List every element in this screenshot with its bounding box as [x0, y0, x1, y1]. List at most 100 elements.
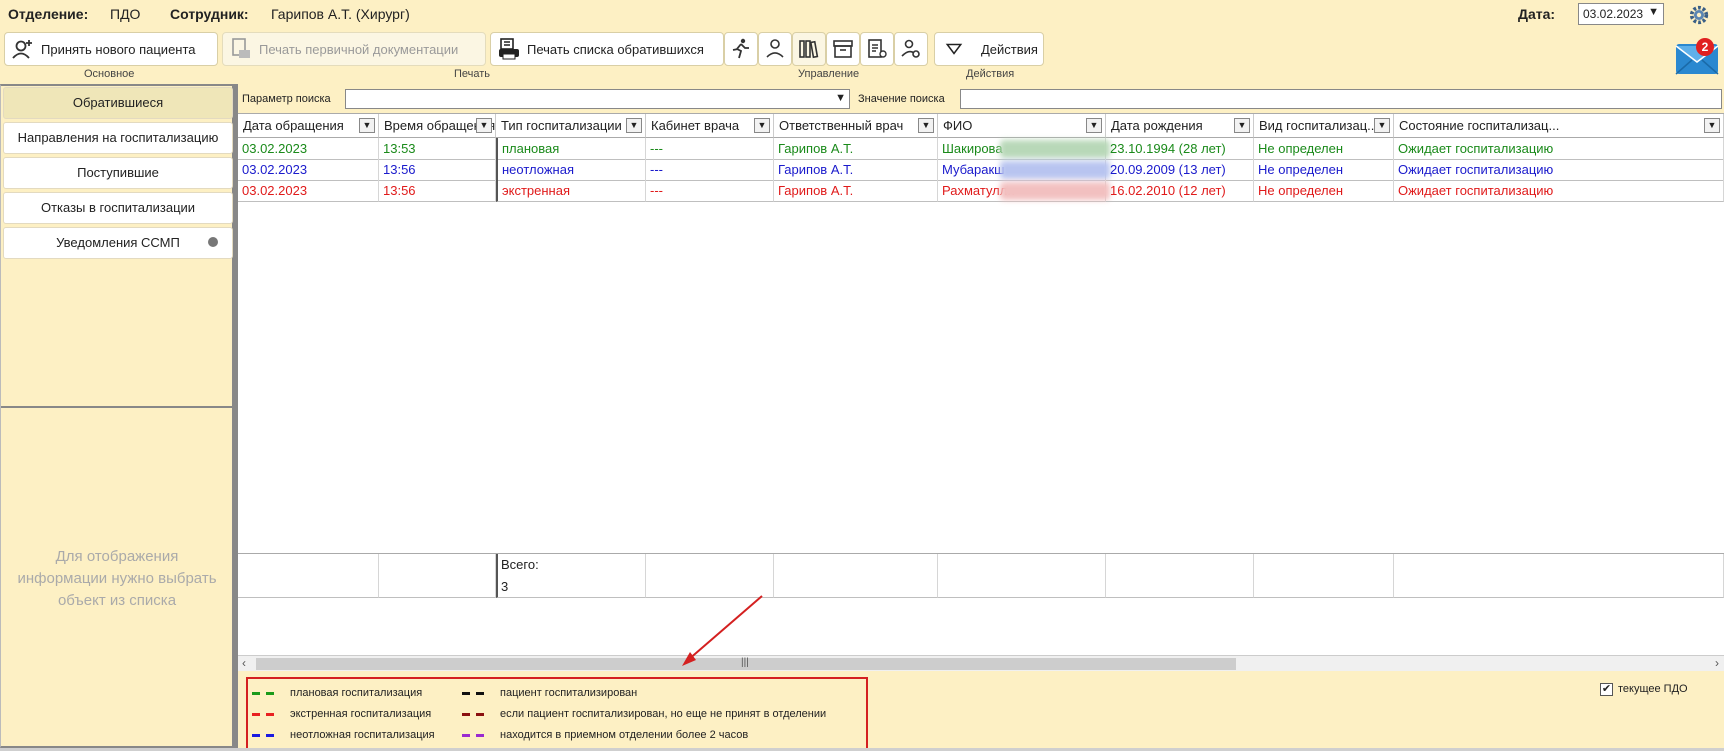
group-label-manage: Управление — [798, 68, 860, 80]
table-cell[interactable]: --- — [646, 138, 774, 160]
table-cell-text: плановая — [502, 141, 560, 156]
column-header-label: Дата обращения — [243, 118, 344, 133]
table-cell-text: Гарипов А.Т. — [778, 141, 854, 156]
manage-document-button[interactable] — [860, 32, 894, 66]
table-cell[interactable]: плановая — [496, 138, 646, 160]
manage-patient-button[interactable] — [758, 32, 792, 66]
manage-transfer-button[interactable] — [724, 32, 758, 66]
summary-cell — [1394, 575, 1724, 598]
date-select[interactable]: 03.02.2023 ▼ — [1578, 3, 1664, 25]
column-header[interactable]: Ответственный врач ▼ — [774, 114, 938, 138]
column-header[interactable]: Вид госпитализац... ▼ — [1254, 114, 1394, 138]
table-cell[interactable]: Не определен — [1254, 180, 1394, 202]
filter-dropdown-icon[interactable]: ▼ — [626, 118, 642, 133]
table-cell-text: --- — [650, 162, 663, 177]
search-value-input[interactable] — [960, 89, 1722, 109]
table-cell[interactable]: экстренная — [496, 180, 646, 202]
table-cell-text: Гарипов А.Т. — [778, 162, 854, 177]
filter-dropdown-icon[interactable]: ▼ — [1374, 118, 1390, 133]
document-settings-icon — [868, 39, 887, 58]
summary-cell — [379, 575, 496, 598]
group-label-actions: Действия — [966, 68, 1015, 80]
column-header[interactable]: Кабинет врача ▼ — [646, 114, 774, 138]
search-param-select[interactable]: ▼ — [345, 89, 850, 109]
filter-dropdown-icon[interactable]: ▼ — [754, 118, 770, 133]
table-cell[interactable]: неотложная — [496, 159, 646, 181]
legend-swatch — [252, 713, 274, 716]
column-header-label: ФИО — [943, 118, 973, 133]
print-list-button[interactable]: Печать списка обратившихся — [490, 32, 724, 66]
filter-dropdown-icon[interactable]: ▼ — [1704, 118, 1720, 133]
filter-dropdown-icon[interactable]: ▼ — [476, 118, 492, 133]
table-cell[interactable]: 13:53 — [379, 138, 496, 160]
table-cell[interactable]: 13:56 — [379, 180, 496, 202]
legend-label: экстренная госпитализация — [290, 708, 432, 720]
print-primary-docs-button[interactable]: Печать первичной документации — [222, 32, 486, 66]
nav-item-applicants[interactable]: Обратившиеся — [3, 87, 233, 119]
summary-cell — [238, 575, 379, 598]
table-cell[interactable]: Гарипов А.Т. — [774, 180, 938, 202]
mail-count-badge: 2 — [1696, 38, 1714, 56]
column-header-label: Дата рождения — [1111, 118, 1203, 133]
accept-new-patient-button[interactable]: Принять нового пациента — [4, 32, 218, 66]
column-header[interactable]: Дата рождения ▼ — [1106, 114, 1254, 138]
table-cell[interactable]: --- — [646, 159, 774, 181]
manage-archive-button[interactable] — [792, 32, 826, 66]
column-header-label: Состояние госпитализац... — [1399, 118, 1560, 133]
table-cell[interactable]: Ожидает госпитализацию — [1394, 180, 1724, 202]
manage-box-button[interactable] — [826, 32, 860, 66]
annotation-arrow-icon — [682, 595, 763, 666]
column-header[interactable]: Дата обращения ▼ — [238, 114, 379, 138]
table-cell-text: Ожидает госпитализацию — [1398, 162, 1554, 177]
left-panel-divider — [1, 406, 233, 408]
filter-dropdown-icon[interactable]: ▼ — [359, 118, 375, 133]
table-cell[interactable]: 20.09.2009 (13 лет) — [1106, 159, 1254, 181]
column-header-label: Ответственный врач — [779, 118, 904, 133]
table-cell[interactable]: Гарипов А.Т. — [774, 159, 938, 181]
scroll-left-icon[interactable]: ‹ — [242, 656, 246, 670]
table-cell-text: Не определен — [1258, 183, 1344, 198]
mail-icon[interactable] — [1674, 32, 1720, 78]
table-cell-text: 23.10.1994 (28 лет) — [1110, 141, 1226, 156]
nav-item-notifications[interactable]: Уведомления ССМП — [3, 227, 233, 259]
nav-item-referrals[interactable]: Направления на госпитализацию — [3, 122, 233, 154]
horizontal-scrollbar[interactable]: ‹ ||| › — [238, 655, 1724, 671]
nav-item-label: Направления на госпитализацию — [17, 130, 219, 145]
table-cell[interactable]: 03.02.2023 — [238, 138, 379, 160]
filter-dropdown-icon[interactable]: ▼ — [1234, 118, 1250, 133]
nav-item-admitted[interactable]: Поступившие — [3, 157, 233, 189]
table-cell-text: 03.02.2023 — [242, 162, 308, 177]
legend-swatch — [462, 692, 484, 695]
manage-search-person-button[interactable] — [894, 32, 928, 66]
filter-dropdown-icon[interactable]: ▼ — [1086, 118, 1102, 133]
table-cell[interactable]: Ожидает госпитализацию — [1394, 138, 1724, 160]
gear-icon[interactable] — [1688, 4, 1710, 26]
table-cell[interactable]: --- — [646, 180, 774, 202]
table-cell[interactable]: 03.02.2023 — [238, 180, 379, 202]
column-header[interactable]: Время обращения ▼ — [379, 114, 496, 138]
table-cell[interactable]: 16.02.2010 (12 лет) — [1106, 180, 1254, 202]
actions-button[interactable]: Действия — [934, 32, 1044, 66]
table-cell[interactable]: Не определен — [1254, 138, 1394, 160]
filter-dropdown-icon[interactable]: ▼ — [918, 118, 934, 133]
current-pdo-checkbox[interactable]: ✔ — [1600, 683, 1613, 696]
nav-item-refusals[interactable]: Отказы в госпитализации — [3, 192, 233, 224]
table-cell[interactable]: Ожидает госпитализацию — [1394, 159, 1724, 181]
table-cell-text: --- — [650, 141, 663, 156]
table-cell[interactable]: 23.10.1994 (28 лет) — [1106, 138, 1254, 160]
accept-new-patient-label: Принять нового пациента — [41, 41, 196, 57]
column-header[interactable]: Состояние госпитализац... ▼ — [1394, 114, 1724, 138]
table-cell[interactable]: 13:56 — [379, 159, 496, 181]
date-value: 03.02.2023 — [1583, 7, 1644, 21]
column-header[interactable]: ФИО ▼ — [938, 114, 1106, 138]
date-label: Дата: — [1518, 6, 1556, 22]
scroll-right-icon[interactable]: › — [1715, 656, 1719, 670]
table-cell[interactable]: Гарипов А.Т. — [774, 138, 938, 160]
empty-message-line: информации нужно выбрать — [17, 570, 217, 587]
running-person-icon — [732, 38, 749, 59]
table-cell-text: 16.02.2010 (12 лет) — [1110, 183, 1226, 198]
table-cell[interactable]: Не определен — [1254, 159, 1394, 181]
table-cell[interactable]: 03.02.2023 — [238, 159, 379, 181]
legend-label: неотложная госпитализация — [290, 729, 435, 741]
column-header[interactable]: Тип госпитализации ▼ — [496, 114, 646, 138]
